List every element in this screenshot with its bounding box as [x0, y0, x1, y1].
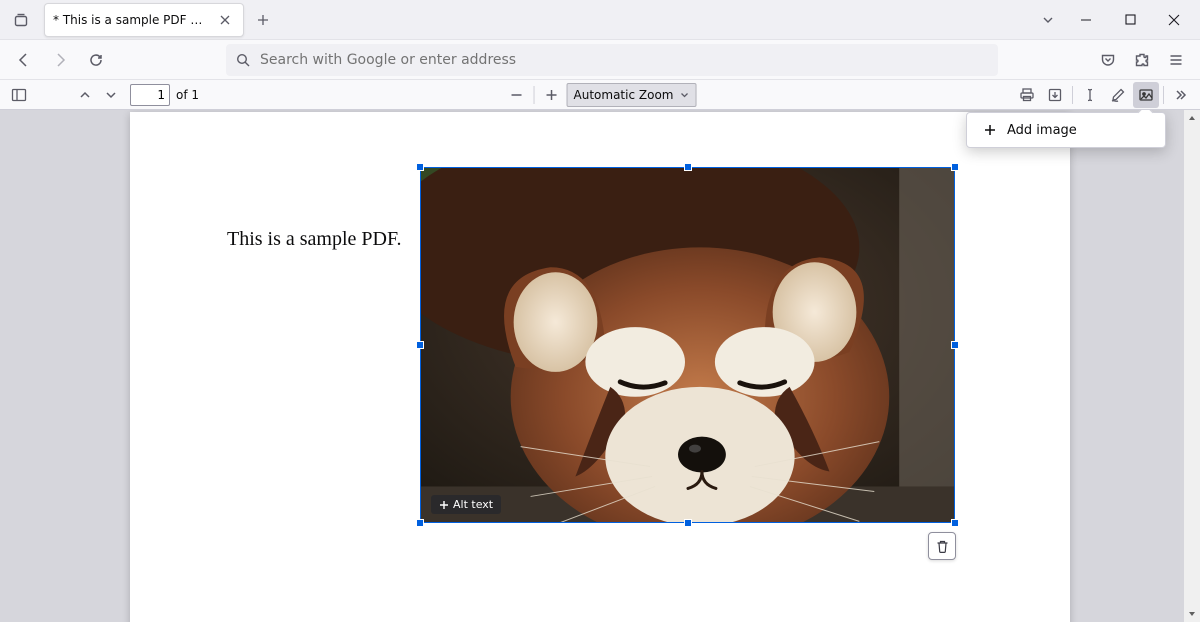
chevron-up-icon — [78, 88, 92, 102]
chevron-down-icon — [104, 88, 118, 102]
resize-handle-middle-right[interactable] — [951, 341, 959, 349]
alt-text-label: Alt text — [453, 498, 493, 511]
print-icon — [1019, 87, 1035, 103]
new-tab-button[interactable] — [248, 5, 278, 35]
url-bar[interactable]: Search with Google or enter address — [226, 44, 998, 76]
chevron-down-icon — [1041, 13, 1055, 27]
forward-button[interactable] — [44, 44, 76, 76]
resize-handle-bottom-left[interactable] — [416, 519, 424, 527]
download-icon — [1047, 87, 1063, 103]
resize-handle-top-left[interactable] — [416, 163, 424, 171]
tab-strip: * This is a sample PDF with an imag — [0, 0, 1200, 40]
back-button[interactable] — [8, 44, 40, 76]
minus-icon — [509, 87, 525, 103]
page-total-label: of 1 — [176, 88, 199, 102]
toggle-sidebar-button[interactable] — [6, 82, 32, 108]
puzzle-icon — [1134, 52, 1150, 68]
browser-tab[interactable]: * This is a sample PDF with an imag — [44, 3, 244, 37]
separator — [1072, 86, 1073, 104]
add-image-popover: Add image — [966, 112, 1166, 148]
vertical-scrollbar[interactable] — [1184, 110, 1200, 622]
scroll-up-button[interactable] — [1184, 110, 1200, 126]
recent-browsing-icon — [13, 12, 29, 28]
resize-handle-bottom-middle[interactable] — [684, 519, 692, 527]
previous-page-button[interactable] — [72, 82, 98, 108]
hamburger-icon — [1168, 52, 1184, 68]
arrow-right-icon — [52, 52, 68, 68]
window-close-button[interactable] — [1152, 2, 1196, 38]
sidebar-icon — [11, 87, 27, 103]
recent-browsing-button[interactable] — [4, 4, 38, 36]
extensions-button[interactable] — [1126, 44, 1158, 76]
navigation-toolbar: Search with Google or enter address — [0, 40, 1200, 80]
app-menu-button[interactable] — [1160, 44, 1192, 76]
resize-handle-top-middle[interactable] — [684, 163, 692, 171]
window-minimize-button[interactable] — [1064, 2, 1108, 38]
arrow-left-icon — [16, 52, 32, 68]
pencil-icon — [1110, 87, 1126, 103]
page-number-input[interactable] — [130, 84, 170, 106]
resize-handle-top-right[interactable] — [951, 163, 959, 171]
close-icon — [219, 14, 231, 26]
image-icon — [1138, 87, 1154, 103]
add-image-button[interactable]: Add image — [1007, 123, 1077, 138]
pdf-page[interactable]: This is a sample PDF. — [130, 112, 1070, 622]
zoom-select[interactable]: Automatic Zoom — [567, 83, 697, 107]
resize-handle-middle-left[interactable] — [416, 341, 424, 349]
maximize-icon — [1125, 14, 1136, 25]
pdf-body-text: This is a sample PDF. — [227, 228, 402, 251]
pdf-viewer: Add image This is a sample PDF. — [0, 110, 1200, 622]
text-annotation-button[interactable] — [1077, 82, 1103, 108]
plus-icon — [983, 123, 997, 137]
text-cursor-icon — [1082, 87, 1098, 103]
pdf-toolbar: of 1 Automatic Zoom — [0, 80, 1200, 110]
close-icon — [1168, 14, 1180, 26]
image-annotation-selection[interactable]: Alt text — [420, 167, 955, 523]
resize-handle-bottom-right[interactable] — [951, 519, 959, 527]
list-all-tabs-button[interactable] — [1032, 5, 1064, 35]
next-page-button[interactable] — [98, 82, 124, 108]
triangle-up-icon — [1187, 113, 1197, 123]
zoom-select-label: Automatic Zoom — [574, 88, 674, 102]
plus-icon — [544, 87, 560, 103]
red-panda-image — [421, 168, 954, 522]
separator — [534, 86, 535, 104]
separator — [1163, 86, 1164, 104]
image-annotation-button[interactable] — [1133, 82, 1159, 108]
minimize-icon — [1080, 14, 1092, 26]
alt-text-button[interactable]: Alt text — [431, 495, 501, 514]
chevron-down-icon — [679, 90, 689, 100]
window-maximize-button[interactable] — [1108, 2, 1152, 38]
triangle-down-icon — [1187, 609, 1197, 619]
download-button[interactable] — [1042, 82, 1068, 108]
draw-annotation-button[interactable] — [1105, 82, 1131, 108]
plus-icon — [439, 500, 449, 510]
scroll-down-button[interactable] — [1184, 606, 1200, 622]
url-bar-placeholder: Search with Google or enter address — [260, 52, 516, 68]
save-to-pocket-button[interactable] — [1092, 44, 1124, 76]
trash-icon — [935, 539, 950, 554]
print-button[interactable] — [1014, 82, 1040, 108]
zoom-out-button[interactable] — [504, 82, 530, 108]
tab-title: * This is a sample PDF with an imag — [53, 13, 209, 27]
more-tools-button[interactable] — [1168, 82, 1194, 108]
chevrons-right-icon — [1173, 87, 1189, 103]
search-icon — [236, 53, 250, 67]
reload-icon — [88, 52, 104, 68]
reload-button[interactable] — [80, 44, 112, 76]
zoom-in-button[interactable] — [539, 82, 565, 108]
pocket-icon — [1100, 52, 1116, 68]
delete-annotation-button[interactable] — [928, 532, 956, 560]
tab-close-button[interactable] — [215, 10, 235, 30]
plus-icon — [256, 13, 270, 27]
